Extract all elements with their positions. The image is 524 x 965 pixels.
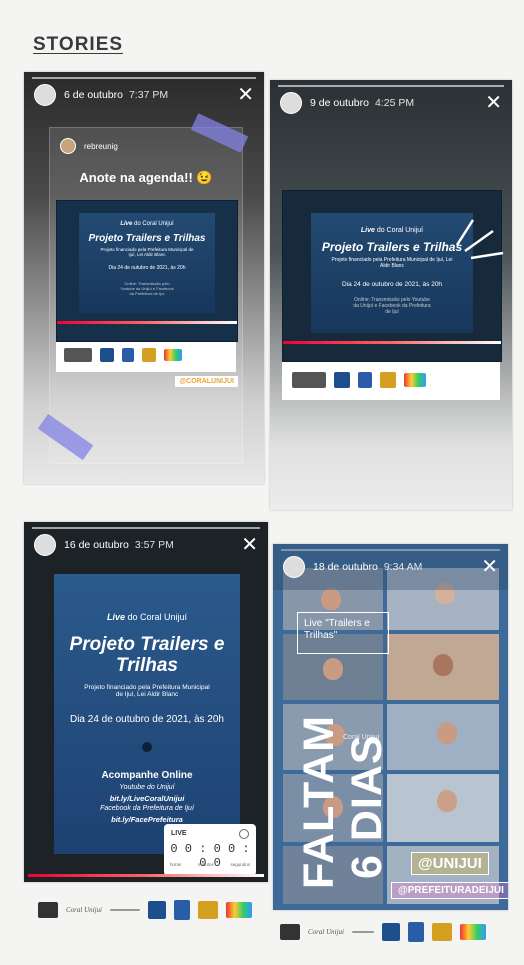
story-card-1[interactable]: 6 de outubro 7:37 PM ✕ rebreunig Anote na…: [24, 72, 264, 484]
ijui-crest-logo: [358, 372, 372, 388]
unijui-logo: [100, 348, 114, 362]
logo-strip: Coral Unijuí: [280, 922, 486, 942]
online-line-4: bit.ly/FacePrefeitura: [111, 815, 183, 824]
event-poster: Live do Coral Unijuí Projeto Trailers e …: [56, 200, 238, 342]
coral-logo-text: Coral Unijuí: [308, 928, 344, 936]
smcet-logo: [380, 372, 396, 388]
poster-live: Live: [106, 612, 125, 622]
unit-minutes: minutos: [197, 862, 214, 867]
story-time: 9:34 AM: [383, 561, 423, 573]
story-date: 6 de outubro: [64, 89, 123, 101]
poster-title: Projeto Trailers e Trilhas: [88, 233, 206, 244]
logo-strip: Coral Unijuí: [38, 900, 252, 920]
story-header: 9 de outubro 4:25 PM ✕: [270, 80, 512, 126]
faltam-text: FALTAM: [295, 715, 343, 889]
poster-date: Dia 24 de outubro de 2021, às 20h: [108, 265, 186, 271]
online-title: Acompanhe Online: [101, 770, 193, 781]
aldir-blanc-logo: [404, 373, 426, 387]
page-heading: STORIES: [33, 34, 124, 55]
story-header: 16 de outubro 3:57 PM ✕: [24, 522, 268, 568]
poster-live-suffix: do Coral Unijuí: [134, 221, 174, 227]
poster-live: Live: [120, 221, 133, 227]
poster-date: Dia 24 de outubro de 2021, às 20h: [341, 281, 443, 288]
poster-online: Online: Transmissão pelo Youtube da Unij…: [120, 281, 174, 296]
smcet-logo: [431, 923, 452, 941]
live-title-box: Live "Trailers e Trilhas": [297, 612, 389, 654]
mention-unijui[interactable]: @UNIJUI: [411, 852, 489, 875]
story-card-3[interactable]: 16 de outubro 3:57 PM ✕ Live do Coral Uni…: [24, 522, 268, 882]
avatar: [60, 138, 76, 154]
unijui-logo: [334, 372, 350, 388]
ijui-crest-logo: [122, 348, 134, 362]
story-date: 9 de outubro: [310, 97, 369, 109]
poster-date: Dia 24 de outubro de 2021, às 20h: [69, 714, 224, 725]
aldir-blanc-logo: [164, 349, 182, 361]
coral-unijui-logo: [292, 372, 326, 388]
story-header: 6 de outubro 7:37 PM ✕: [24, 72, 264, 118]
countdown-sticker[interactable]: LIVE 0 0 : 0 0 : 0 0 horas minutos segun…: [164, 824, 256, 876]
logo-strip: [56, 342, 236, 372]
online-line-2: bit.ly/LiveCoralUnijui: [109, 794, 185, 803]
video-tile: [387, 774, 499, 842]
unijui-logo: [381, 923, 400, 941]
online-line-1: Youtube do Unijuí: [119, 784, 175, 791]
sparkle-lines: [455, 219, 504, 260]
unit-hours: horas: [170, 862, 182, 867]
video-tile: [387, 634, 499, 700]
shared-post: rebreunig Anote na agenda!! 😉 Live do Co…: [49, 127, 243, 464]
story-date: 16 de outubro: [64, 539, 129, 551]
avatar[interactable]: [34, 534, 56, 556]
mention-prefeitura[interactable]: @PREFEITURADEIJUI: [391, 882, 508, 899]
close-icon[interactable]: ✕: [237, 85, 254, 105]
story-card-4[interactable]: Coral Unijuí 18 de outubro 9:34 AM ✕ Live…: [273, 544, 508, 910]
story-time: 4:25 PM: [374, 97, 415, 109]
poster-online: Online: Transmissão pelo Youtube da Unij…: [353, 297, 431, 315]
close-icon[interactable]: ✕: [241, 535, 258, 555]
unijui-logo: [147, 901, 166, 919]
close-icon[interactable]: ✕: [481, 557, 498, 577]
poster-subtitle: Projeto financiado pela Prefeitura Munic…: [100, 247, 194, 257]
avatar[interactable]: [34, 84, 56, 106]
dot-icon: [142, 742, 152, 752]
avatar[interactable]: [283, 556, 305, 578]
smcet-logo: [142, 348, 156, 362]
poster-live: Live: [360, 227, 375, 234]
coral-logo-text: Coral Unijuí: [66, 906, 102, 914]
poster-title: Projeto Trailers e Trilhas: [321, 240, 463, 254]
unit-seconds: segundos: [230, 862, 250, 867]
ijui-crest-logo: [407, 922, 424, 942]
poster-subtitle: Projeto financiado pela Prefeitura Munic…: [331, 257, 453, 269]
poster-title: Projeto Trailers e Trilhas: [69, 634, 225, 676]
logo-strip: [282, 362, 500, 400]
aldir-blanc-logo: [459, 924, 486, 940]
countdown-label: LIVE: [171, 830, 187, 837]
ijui-crest-logo: [173, 900, 190, 920]
poster-subtitle: Projeto financiado pela Prefeitura Munic…: [84, 684, 210, 698]
story-time: 7:37 PM: [128, 89, 169, 101]
smcet-logo: [197, 901, 218, 919]
poster-live-suffix: do Coral Unijuí: [376, 227, 424, 234]
coral-unijui-logo: [280, 924, 300, 940]
story-date: 18 de outubro: [313, 561, 378, 573]
poster-live-suffix: do Coral Unijuí: [127, 612, 188, 622]
video-tile: [387, 704, 499, 770]
story-time: 3:57 PM: [134, 539, 174, 551]
coral-unijui-logo: [38, 902, 58, 918]
dias-text: 6 DIAS: [343, 734, 391, 879]
online-line-3: Facebook da Prefeitura de Ijuí: [100, 805, 194, 812]
mention-tag[interactable]: @CORALUNIJUI: [175, 376, 238, 387]
event-poster: Live do Coral Unijuí Projeto Trailers e …: [54, 574, 240, 854]
aldir-blanc-logo: [225, 902, 252, 918]
clock-icon: [239, 829, 249, 839]
coral-unijui-logo: [64, 348, 92, 362]
avatar[interactable]: [280, 92, 302, 114]
post-username: rebreunig: [84, 141, 118, 151]
story-card-2[interactable]: 9 de outubro 4:25 PM ✕ Live do Coral Unij…: [270, 80, 512, 510]
close-icon[interactable]: ✕: [485, 93, 502, 113]
story-header: 18 de outubro 9:34 AM ✕: [273, 544, 508, 590]
story-caption: Anote na agenda!! 😉: [79, 170, 213, 185]
